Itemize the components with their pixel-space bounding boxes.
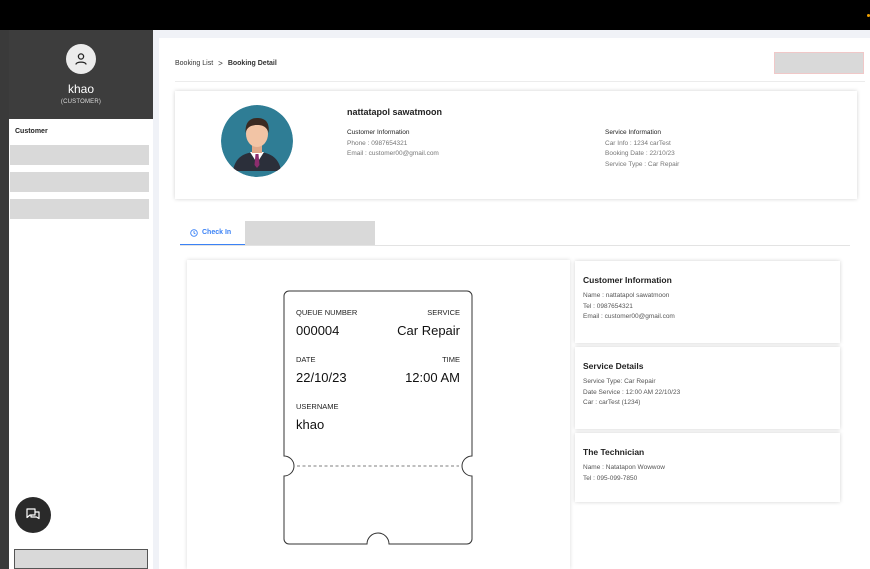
main-content: Booking List > Booking Detail nattatapol… bbox=[159, 38, 870, 569]
customer-info-block: Customer Information Phone : 0987654321 … bbox=[347, 128, 439, 160]
service-details-card: Service Details Service Type: Car Repair… bbox=[575, 347, 840, 429]
technician-card-name: Name : Natatapon Wowwow bbox=[583, 464, 665, 471]
breadcrumb-parent[interactable]: Booking List bbox=[175, 60, 213, 67]
chat-button[interactable] bbox=[15, 497, 51, 533]
queue-number-label: QUEUE NUMBER bbox=[296, 308, 358, 317]
customer-card-name: Name : nattatapol sawatmoon bbox=[583, 292, 670, 299]
time-label: TIME bbox=[442, 355, 460, 364]
service-car-info: Car Info : 1234 carTest bbox=[605, 139, 671, 147]
tab-check-in-label: Check In bbox=[202, 229, 232, 236]
username-value: khao bbox=[296, 417, 325, 432]
technician-card-title: The Technician bbox=[583, 447, 645, 457]
customer-card-title: Customer Information bbox=[583, 275, 672, 285]
customer-phone: Phone : 0987654321 bbox=[347, 139, 408, 147]
time-value: 12:00 AM bbox=[405, 370, 460, 385]
date-label: DATE bbox=[296, 355, 316, 364]
breadcrumb-current: Booking Detail bbox=[227, 60, 277, 67]
service-card-car: Car : carTest (1234) bbox=[583, 399, 641, 406]
ticket-content: QUEUE NUMBER SERVICE 000004 Car Repair D… bbox=[283, 290, 473, 545]
tabs-divider bbox=[180, 245, 850, 246]
service-type: Service Type : Car Repair bbox=[605, 160, 680, 168]
profile-section: khao (CUSTOMER) bbox=[9, 30, 153, 119]
customer-card-tel: Tel : 0987654321 bbox=[583, 302, 633, 310]
chat-icon bbox=[26, 508, 40, 520]
customer-info-title: Customer Information bbox=[347, 129, 410, 136]
service-info-title: Service Information bbox=[605, 129, 661, 136]
service-card-date: Date Service : 12:00 AM 22/10/23 bbox=[583, 388, 681, 396]
technician-card: The Technician Name : Natatapon Wowwow T… bbox=[575, 433, 840, 502]
avatar-illustration bbox=[221, 105, 293, 177]
service-card-title: Service Details bbox=[583, 361, 644, 371]
avatar bbox=[221, 105, 293, 177]
menu-title: Customer bbox=[15, 128, 48, 135]
sidebar-bottom-button[interactable] bbox=[14, 549, 148, 569]
customer-summary-card: nattatapol sawatmoon Customer Informatio… bbox=[175, 91, 857, 199]
breadcrumb: Booking List > Booking Detail bbox=[175, 59, 277, 68]
service-booking-date: Booking Date : 22/10/23 bbox=[605, 150, 675, 157]
profile-role: (CUSTOMER) bbox=[60, 99, 102, 105]
tab-placeholder[interactable] bbox=[245, 221, 375, 245]
ticket-panel: QUEUE NUMBER SERVICE 000004 Car Repair D… bbox=[187, 260, 570, 569]
username-label: USERNAME bbox=[296, 402, 339, 411]
header-divider bbox=[175, 81, 865, 82]
app-frame: khao (CUSTOMER) Customer Booking List > … bbox=[9, 30, 870, 569]
service-card-type: Service Type: Car Repair bbox=[583, 378, 656, 385]
customer-name: nattatapol sawatmoon bbox=[347, 107, 443, 117]
queue-number-value: 000004 bbox=[296, 323, 340, 338]
sidebar: khao (CUSTOMER) Customer bbox=[9, 30, 153, 569]
technician-card-tel: Tel : 095-099-7850 bbox=[583, 474, 638, 482]
date-value: 22/10/23 bbox=[296, 370, 347, 385]
customer-card-email: Email : customer00@gmail.com bbox=[583, 313, 675, 320]
menu-item-placeholder-3[interactable] bbox=[10, 199, 149, 219]
user-icon[interactable] bbox=[66, 44, 96, 74]
customer-information-card: Customer Information Name : nattatapol s… bbox=[575, 261, 840, 343]
customer-email: Email : customer00@gmail.com bbox=[347, 150, 439, 157]
breadcrumb-separator: > bbox=[218, 59, 223, 68]
service-info-block: Service Information Car Info : 1234 carT… bbox=[605, 128, 679, 170]
service-value: Car Repair bbox=[397, 323, 460, 338]
service-label: SERVICE bbox=[427, 308, 460, 317]
clock-icon bbox=[190, 228, 198, 237]
profile-name: khao bbox=[67, 82, 95, 96]
top-bar bbox=[0, 0, 870, 30]
menu-item-placeholder-2[interactable] bbox=[10, 172, 149, 192]
menu-item-placeholder-1[interactable] bbox=[10, 145, 149, 165]
tab-check-in[interactable]: Check In bbox=[180, 221, 245, 246]
header-action-button[interactable] bbox=[774, 52, 864, 74]
queue-ticket: QUEUE NUMBER SERVICE 000004 Car Repair D… bbox=[283, 290, 473, 545]
